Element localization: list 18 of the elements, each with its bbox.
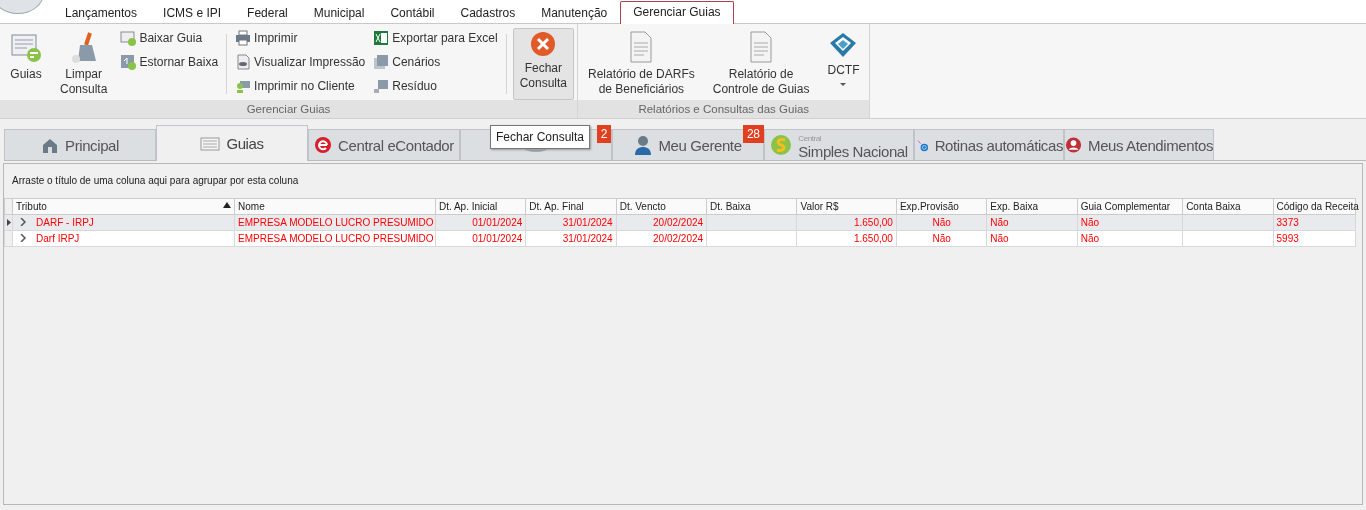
table-cell: Darf IRPJ [12, 230, 235, 247]
table-cell: EMPRESA MODELO LUCRO PRESUMIDO [234, 230, 436, 247]
table-cell: 31/01/2024 [525, 230, 617, 247]
table-cell: 01/01/2024 [435, 230, 526, 247]
group-title: Relatórios e Consultas das Guias [578, 100, 870, 118]
table-cell: 20/02/2024 [616, 230, 707, 247]
count-badge: 2 [596, 125, 611, 143]
table-cell: Não [896, 230, 987, 247]
table-cell: Não [1077, 230, 1183, 247]
group-title: Gerenciar Guias [0, 100, 577, 118]
group-by-hint: Arraste o título de uma coluna aqui para agrupar por esta coluna [11, 174, 300, 188]
tooltip: Fechar Consulta [490, 125, 591, 149]
table-cell: Não [986, 230, 1078, 247]
tab-label: Simples Nacional [798, 145, 908, 158]
table-cell: 5993 [1273, 230, 1356, 247]
tab-caption: Central [798, 133, 823, 145]
table-cell: 1.650,00 [796, 230, 897, 247]
count-badge: 28 [743, 125, 764, 143]
